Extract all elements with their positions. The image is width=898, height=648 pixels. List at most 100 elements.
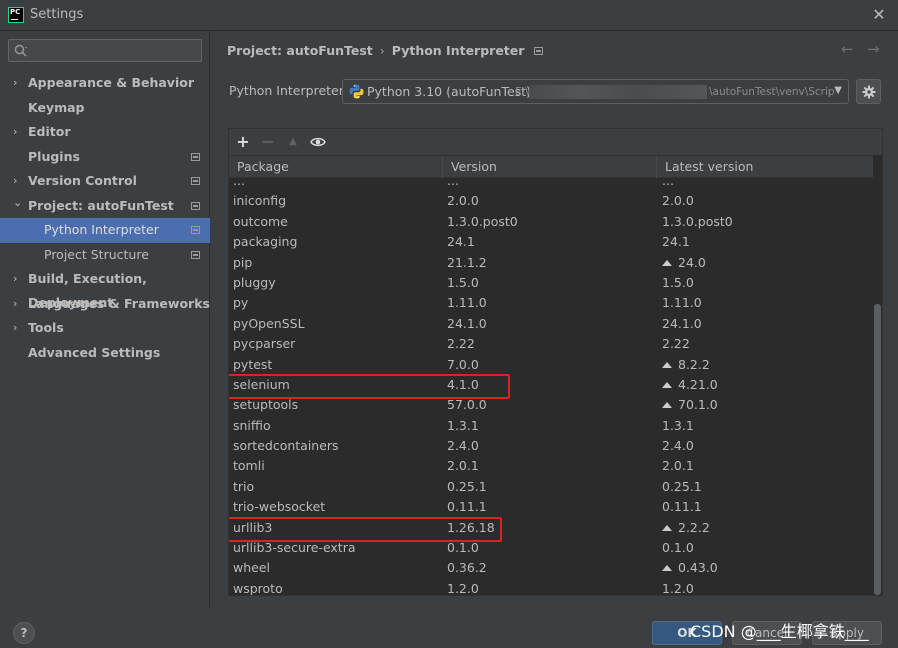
package-name: trio [233,478,255,494]
project-scope-icon [191,152,200,161]
column-header-latest-version[interactable]: Latest version [657,156,873,178]
table-row[interactable]: tomli 2.0.1 2.0.1 [229,456,873,476]
sidebar-item-project-autofuntest[interactable]: ⌄ Project: autoFunTest [0,194,210,219]
interpreter-page: Project: autoFunTest › Python Interpreter … [211,31,898,608]
remove-icon[interactable]: − [258,132,278,152]
package-version: 2.22 [447,336,475,352]
interpreter-select[interactable]: Python 3.10 (autoFunTest) E:\ \autoFunTe… [342,79,849,104]
sidebar-item-label: Appearance & Behavior [28,75,194,90]
add-icon[interactable]: + [233,132,253,152]
forward-arrow-icon[interactable]: → [867,40,880,58]
table-row[interactable]: trio 0.25.1 0.25.1 [229,477,873,497]
package-latest-version: 0.25.1 [662,477,702,497]
column-header-version[interactable]: Version [443,156,657,178]
column-header-package[interactable]: Package [229,156,443,178]
search-input[interactable] [33,42,197,59]
package-version: 0.11.1 [447,499,487,515]
watermark: CSDN @___生椰拿铁___ [690,622,869,641]
breadcrumb-separator: › [379,43,385,58]
table-row[interactable]: outcome 1.3.0.post0 1.3.0.post0 [229,212,873,232]
latest-version-text: 24.1 [662,234,690,250]
upgrade-icon[interactable]: ▲ [283,132,303,152]
back-arrow-icon[interactable]: ← [841,40,854,58]
chevron-right-icon[interactable]: › [13,120,23,144]
latest-version-text: 0.1.0 [662,540,694,556]
sidebar-item-version-control[interactable]: › Version Control [0,169,210,194]
package-name: outcome [233,213,288,229]
table-row[interactable]: selenium 4.1.0 4.21.0 [229,373,873,400]
package-name: sniffio [233,417,271,433]
packages-table-rows: ......... iniconfig 2.0.0 2.0.0 outcome 1.3.0… [229,178,873,595]
latest-version-text: 4.21.0 [678,376,718,392]
chevron-right-icon[interactable]: › [13,292,23,316]
table-row[interactable]: wsproto 1.2.0 1.2.0 [229,579,873,595]
table-row[interactable]: urllib3-secure-extra 0.1.0 0.1.0 [229,538,873,558]
sidebar-item-advanced-settings[interactable]: Advanced Settings [0,341,210,366]
latest-version-text: 1.11.0 [662,295,702,311]
help-icon[interactable]: ? [13,622,35,644]
package-version: ... [447,178,459,188]
sidebar-item-project-structure[interactable]: Project Structure [0,243,210,268]
table-row[interactable]: pyOpenSSL 24.1.0 24.1.0 [229,314,873,334]
chevron-right-icon[interactable]: › [13,71,23,95]
table-row[interactable]: pytest 7.0.0 8.2.2 [229,355,873,375]
chevron-right-icon[interactable]: › [13,316,23,340]
package-version: 0.25.1 [447,478,487,494]
chevron-right-icon[interactable]: › [13,169,23,193]
interpreter-settings-button[interactable] [856,79,881,104]
table-row[interactable]: ......... [229,178,873,191]
sidebar-item-label: Languages & Frameworks [28,295,210,311]
package-latest-version: 24.1 [662,232,690,252]
table-row[interactable]: pycparser 2.22 2.22 [229,334,873,354]
close-icon[interactable]: ✕ [868,4,890,26]
sidebar-item-plugins[interactable]: Plugins [0,145,210,170]
package-name: urllib3 [233,519,273,535]
sidebar-item-keymap[interactable]: Keymap [0,96,210,121]
breadcrumb: Project: autoFunTest › Python Interpreter [227,43,544,58]
table-row[interactable]: pluggy 1.5.0 1.5.0 [229,273,873,293]
chevron-down-icon[interactable]: ⌄ [13,191,23,215]
package-version: 0.36.2 [447,560,487,576]
packages-panel: + − ▲ Package Version Latest version ...… [228,128,883,596]
latest-version-text: ... [662,178,674,188]
latest-version-text: 1.3.0.post0 [662,213,733,229]
latest-version-text: 1.2.0 [662,580,694,595]
table-row[interactable]: setuptools 57.0.0 70.1.0 [229,395,873,415]
latest-version-text: 2.4.0 [662,438,694,454]
upgrade-available-icon [662,565,672,572]
table-row[interactable]: packaging 24.1 24.1 [229,232,873,252]
chevron-right-icon[interactable]: › [13,267,23,291]
sidebar-item-label: Project Structure [44,246,149,262]
package-latest-version: 2.0.1 [662,456,694,476]
table-row[interactable]: trio-websocket 0.11.1 0.11.1 [229,497,873,517]
scrollbar-thumb[interactable] [874,304,881,595]
packages-scrollbar[interactable] [873,155,882,595]
table-row[interactable]: py 1.11.0 1.11.0 [229,293,873,313]
package-latest-version: ... [662,178,674,191]
latest-version-text: 2.0.1 [662,458,694,474]
table-row[interactable]: pip 21.1.2 24.0 [229,253,873,273]
dialog-button-bar: ? OK Cancel Apply CSDN @___生椰拿铁___ [0,608,898,648]
sidebar-item-build-execution-deployment[interactable]: › Build, Execution, Deployment [0,267,210,310]
package-version: 21.1.2 [447,254,487,270]
table-row[interactable]: sortedcontainers 2.4.0 2.4.0 [229,436,873,456]
package-latest-version: 0.1.0 [662,538,694,558]
sidebar-item-label: Editor [28,124,71,139]
table-row[interactable]: wheel 0.36.2 0.43.0 [229,558,873,578]
project-scope-icon [191,250,200,259]
package-name: wsproto [233,580,283,595]
table-row[interactable]: urllib3 1.26.18 2.2.2 [229,516,873,543]
package-name: pluggy [233,274,276,290]
window-title: Settings [30,7,84,22]
sidebar-item-languages-frameworks[interactable]: › Languages & Frameworks [0,292,210,317]
package-name: urllib3-secure-extra [233,540,356,556]
sidebar-item-tools[interactable]: › Tools [0,316,210,341]
eye-icon[interactable] [308,132,328,152]
breadcrumb-project[interactable]: Project: autoFunTest [227,43,373,58]
sidebar-item-appearance-behavior[interactable]: › Appearance & Behavior [0,71,210,96]
settings-search[interactable] [8,39,202,62]
table-row[interactable]: iniconfig 2.0.0 2.0.0 [229,191,873,211]
sidebar-item-python-interpreter[interactable]: Python Interpreter [0,218,210,243]
sidebar-item-editor[interactable]: › Editor [0,120,210,145]
table-row[interactable]: sniffio 1.3.1 1.3.1 [229,416,873,436]
